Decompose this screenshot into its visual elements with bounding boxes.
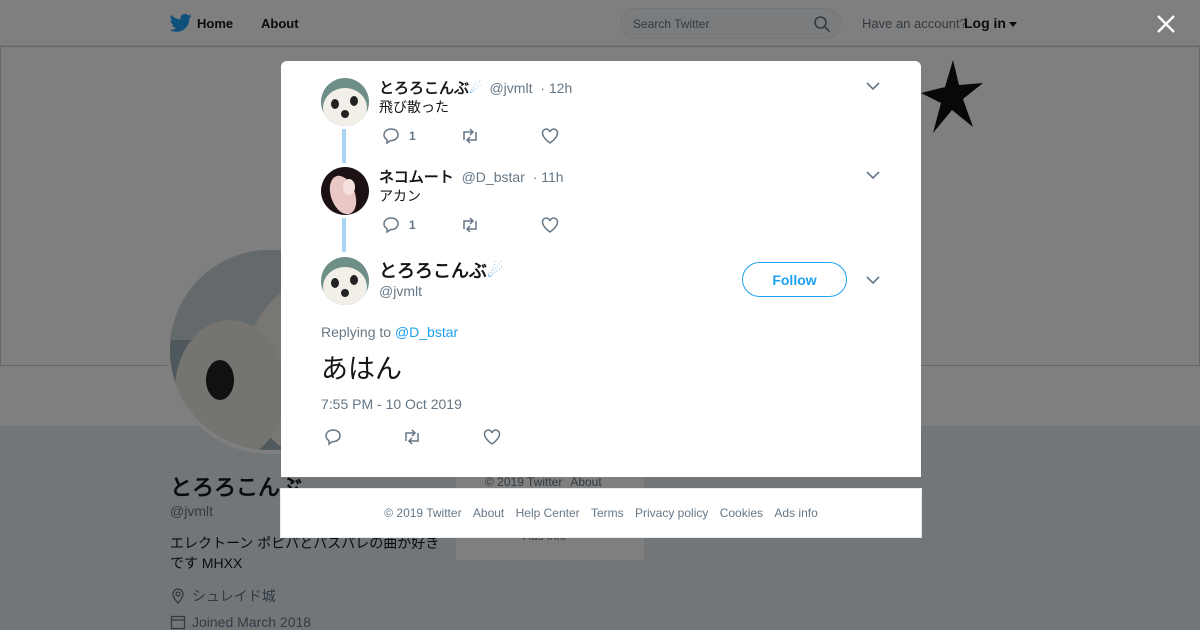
reply-count: 1 [409,218,416,232]
chevron-down-icon[interactable] [866,275,880,285]
comet-emoji-icon: ☄ [487,261,504,281]
footer-cookies-link[interactable]: Cookies [720,506,763,520]
avatar-image [321,167,369,215]
tweet-author-handle[interactable]: @jvmlt [489,80,532,96]
avatar-image [321,257,369,305]
footer-ads-info-link[interactable]: Ads info [774,506,817,520]
footer-copyright: © 2019 Twitter [384,506,462,520]
close-icon[interactable] [1154,12,1178,36]
main-author-name-text: とろろこんぶ [379,261,487,281]
tweet-author-name[interactable]: とろろこんぶ [379,80,469,97]
main-tweet-timestamp[interactable]: 7:55 PM - 10 Oct 2019 [321,396,462,412]
main-tweet-author-name[interactable]: とろろこんぶ☄ [379,257,503,283]
footer-help-center-link[interactable]: Help Center [516,506,580,520]
avatar[interactable] [321,257,369,305]
retweet-icon[interactable] [460,215,480,235]
footer-about-link[interactable]: About [473,506,504,520]
tweet-header: ネコムート @D_bstar · 11h [379,166,564,187]
main-tweet-author-handle[interactable]: @jvmlt [379,283,422,299]
chevron-down-icon[interactable] [866,81,880,91]
reply-count: 1 [409,129,416,143]
replying-to: Replying to @D_bstar [321,324,458,340]
like-heart-icon[interactable] [540,215,560,235]
avatar[interactable] [321,78,369,126]
avatar-image [321,78,369,126]
tweet-time[interactable]: · 12h [540,80,572,96]
tweet-permalink-modal: とろろこんぶ☄ @jvmlt · 12h 飛び散った 1 ネコムート @D_bs… [281,61,921,477]
replying-prefix: Replying to [321,324,392,340]
footer-privacy-link[interactable]: Privacy policy [635,506,708,520]
tweet-time[interactable]: · 11h [533,169,564,185]
retweet-icon[interactable] [460,126,480,146]
main-tweet-text: あはん [321,354,402,384]
reply-icon[interactable] [381,126,401,146]
footer-links: © 2019 Twitter About Help Center Terms P… [281,506,921,520]
comet-emoji-icon: ☄ [469,80,482,96]
chevron-down-icon[interactable] [866,170,880,180]
retweet-icon[interactable] [402,427,422,447]
tweet-text: アカン [379,188,421,204]
avatar[interactable] [321,167,369,215]
reply-icon[interactable] [381,215,401,235]
reply-icon[interactable] [323,427,343,447]
tweet-header: とろろこんぶ☄ @jvmlt · 12h [379,77,572,98]
thread-connector [342,129,346,163]
like-heart-icon[interactable] [482,427,502,447]
tweet-author-handle[interactable]: @D_bstar [462,169,525,185]
tweet-text: 飛び散った [379,99,449,115]
footer-terms-link[interactable]: Terms [591,506,624,520]
follow-button[interactable]: Follow [742,262,847,297]
tweet-author-name[interactable]: ネコムート [379,169,454,186]
thread-connector [342,218,346,252]
modal-footer: © 2019 Twitter About Help Center Terms P… [280,488,922,538]
like-heart-icon[interactable] [540,126,560,146]
replying-to-handle-link[interactable]: @D_bstar [395,324,458,340]
